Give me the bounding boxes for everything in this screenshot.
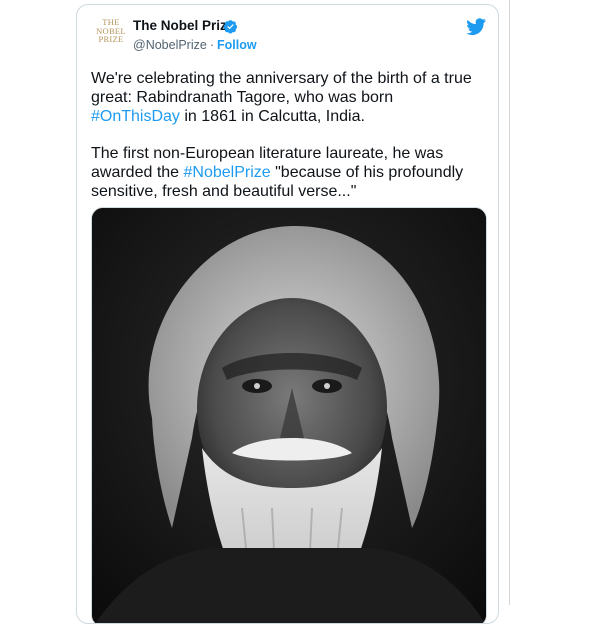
author-handle[interactable]: @NobelPrize [133, 38, 207, 52]
tweet-photo[interactable] [91, 207, 487, 623]
handle-line: @NobelPrize · Follow [133, 38, 257, 52]
hashtag-link[interactable]: #NobelPrize [184, 164, 271, 181]
tweet-header: THE NOBEL PRIZE The Nobel Prize @NobelPr… [77, 5, 498, 65]
verified-badge-icon [223, 20, 238, 34]
text-run: in 1861 in Calcutta, India. [179, 108, 365, 125]
text-run: We're celebrating the anniversary of the… [91, 70, 472, 106]
tweet-text: We're celebrating the anniversary of the… [91, 69, 486, 219]
portrait-illustration [92, 208, 486, 623]
author-name[interactable]: The Nobel Prize [133, 18, 234, 33]
hashtag-link[interactable]: #OnThisDay [91, 108, 180, 125]
tweet-paragraph: We're celebrating the anniversary of the… [91, 69, 486, 126]
tweet-card[interactable]: THE NOBEL PRIZE The Nobel Prize @NobelPr… [76, 4, 499, 624]
separator-dot: · [209, 38, 214, 52]
logo-line: PRIZE [98, 34, 124, 45]
follow-button[interactable]: Follow [217, 38, 257, 52]
twitter-bird-icon[interactable] [466, 18, 486, 35]
page-divider [509, 0, 510, 605]
nobel-prize-logo[interactable]: THE NOBEL PRIZE [91, 18, 131, 58]
tweet-paragraph: The first non-European literature laurea… [91, 144, 486, 201]
